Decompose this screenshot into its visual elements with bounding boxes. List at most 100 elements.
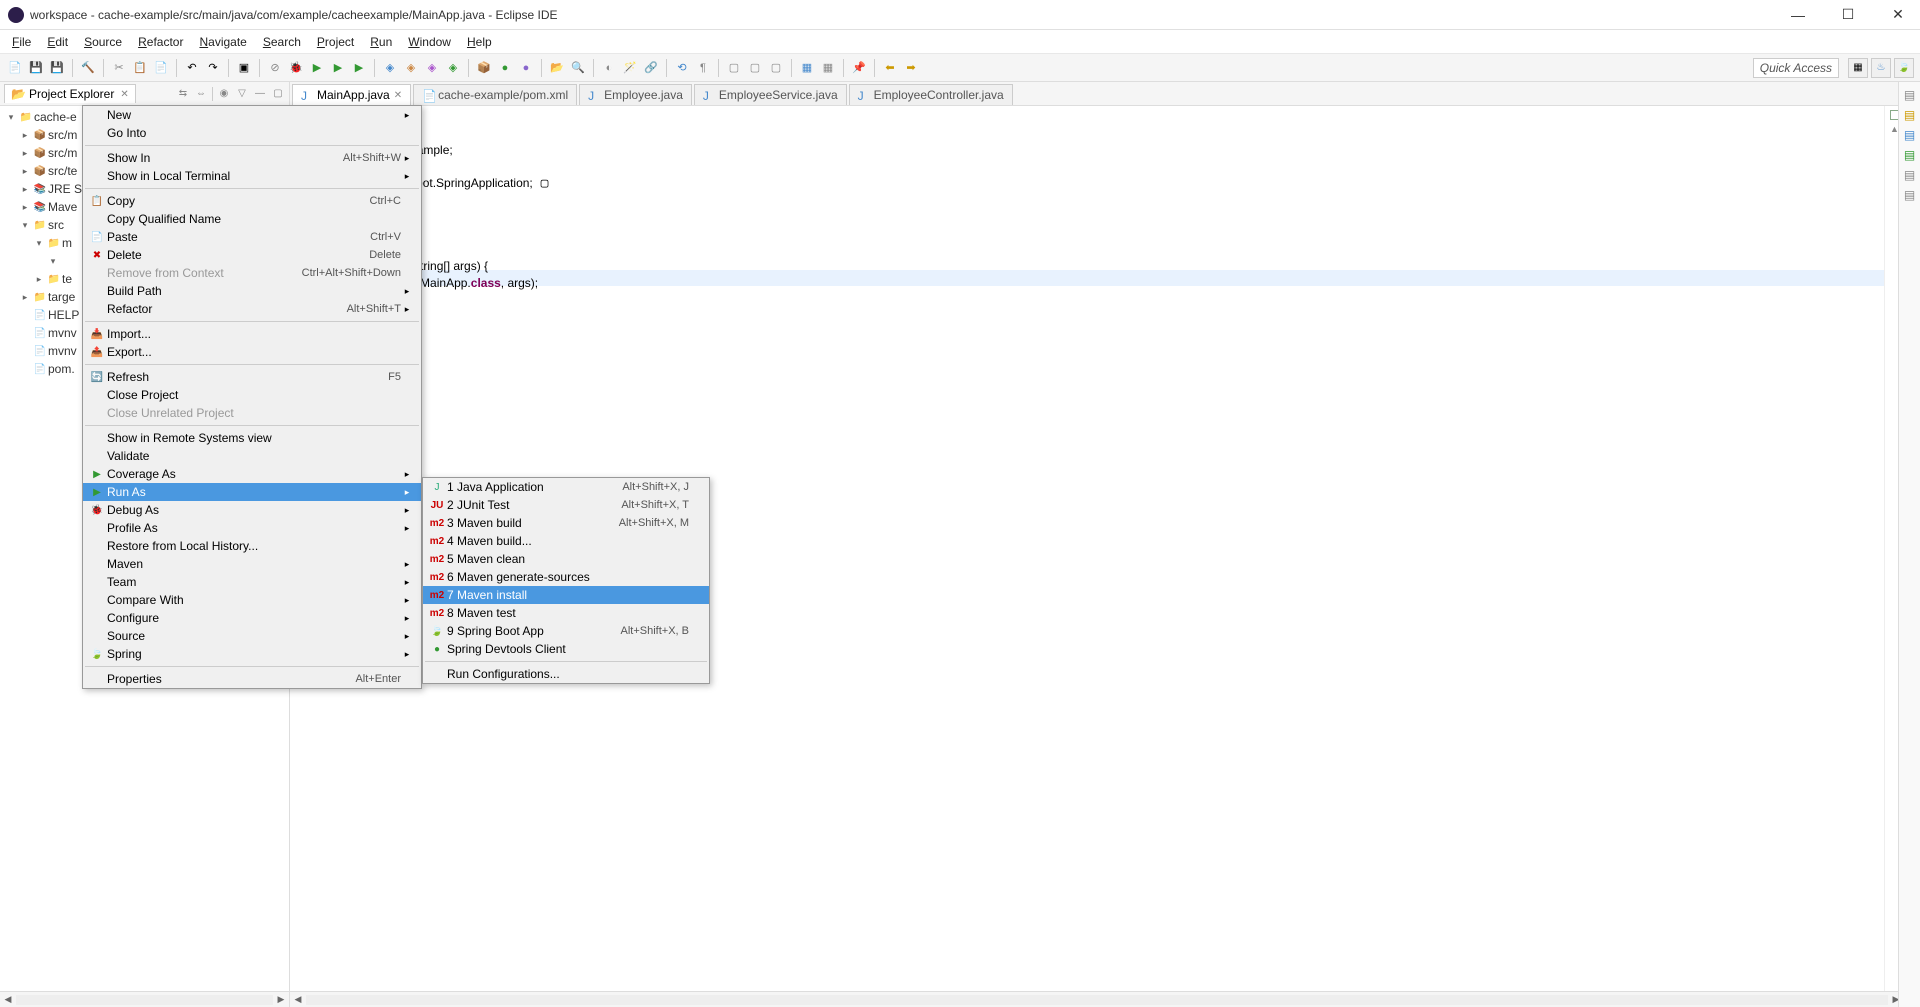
paste-icon[interactable]: 📄 xyxy=(152,59,170,77)
minimize-button[interactable]: — xyxy=(1784,5,1812,25)
menu-item[interactable]: Copy Qualified Name xyxy=(83,210,421,228)
min-icon[interactable]: — xyxy=(253,87,267,101)
new-icon[interactable]: 📄 xyxy=(6,59,24,77)
ext-icon[interactable]: ◈ xyxy=(381,59,399,77)
menu-item[interactable]: 📤Export... xyxy=(83,343,421,361)
menu-item[interactable]: Configure▸ xyxy=(83,609,421,627)
explorer-tab[interactable]: 📂 Project Explorer ✕ xyxy=(4,84,136,103)
menu-project[interactable]: Project xyxy=(309,32,362,52)
copy-icon[interactable]: 📋 xyxy=(131,59,149,77)
new-pkg-icon[interactable]: 📦 xyxy=(475,59,493,77)
menu-item[interactable]: m27 Maven install xyxy=(423,586,709,604)
menu-item[interactable]: 📥Import... xyxy=(83,325,421,343)
save-icon[interactable]: 💾 xyxy=(27,59,45,77)
menu-item[interactable]: J1 Java ApplicationAlt+Shift+X, J xyxy=(423,478,709,496)
menu-item[interactable]: RefactorAlt+Shift+T▸ xyxy=(83,300,421,318)
perspective-boot[interactable]: 🍃 xyxy=(1894,58,1914,78)
editor-tab[interactable]: JEmployeeController.java xyxy=(849,84,1013,105)
menu-item[interactable]: Maven▸ xyxy=(83,555,421,573)
skip-icon[interactable]: ⊘ xyxy=(266,59,284,77)
menu-item[interactable]: 🍃9 Spring Boot AppAlt+Shift+X, B xyxy=(423,622,709,640)
menu-item[interactable]: ●Spring Devtools Client xyxy=(423,640,709,658)
debug-icon[interactable]: 🐞 xyxy=(287,59,305,77)
menu-item[interactable]: Run Configurations... xyxy=(423,665,709,683)
link-editor-icon[interactable]: ⇔ xyxy=(194,87,208,101)
menu-help[interactable]: Help xyxy=(459,32,500,52)
link-icon[interactable]: 🔗 xyxy=(642,59,660,77)
menu-item[interactable]: Validate xyxy=(83,447,421,465)
terminal-icon[interactable]: ▣ xyxy=(235,59,253,77)
save-all-icon[interactable]: 💾 xyxy=(48,59,66,77)
maximize-button[interactable]: ☐ xyxy=(1834,5,1862,25)
menu-item[interactable]: Show in Remote Systems view xyxy=(83,429,421,447)
context-menu[interactable]: New▸Go IntoShow InAlt+Shift+W▸Show in Lo… xyxy=(82,105,422,689)
menu-item[interactable]: Close Unrelated Project xyxy=(83,404,421,422)
editor-tab[interactable]: JMainApp.java✕ xyxy=(292,84,411,105)
ext3-icon[interactable]: ◈ xyxy=(423,59,441,77)
fwd-icon[interactable]: ➡ xyxy=(902,59,920,77)
menu-item[interactable]: m24 Maven build... xyxy=(423,532,709,550)
menu-item[interactable]: m28 Maven test xyxy=(423,604,709,622)
menu-item[interactable]: Show in Local Terminal▸ xyxy=(83,167,421,185)
menu-item[interactable]: Build Path▸ xyxy=(83,282,421,300)
menu-item[interactable]: m23 Maven buildAlt+Shift+X, M xyxy=(423,514,709,532)
new-iface-icon[interactable]: ● xyxy=(517,59,535,77)
menu-item[interactable]: PropertiesAlt+Enter xyxy=(83,670,421,688)
editor-tab[interactable]: JEmployeeService.java xyxy=(694,84,847,105)
close-icon[interactable]: ✕ xyxy=(120,89,128,100)
close-icon[interactable]: ✕ xyxy=(394,90,402,101)
search-icon[interactable]: 🔍 xyxy=(569,59,587,77)
menu-item[interactable]: 📋CopyCtrl+C xyxy=(83,192,421,210)
grid2-icon[interactable]: ▦ xyxy=(819,59,837,77)
collapse-icon[interactable]: ⇆ xyxy=(176,87,190,101)
menu-item[interactable]: 🔄RefreshF5 xyxy=(83,368,421,386)
menu-item[interactable]: Restore from Local History... xyxy=(83,537,421,555)
menu-item[interactable]: Close Project xyxy=(83,386,421,404)
sync-icon[interactable]: ⟲ xyxy=(673,59,691,77)
menu-item[interactable]: ▶Run As▸ xyxy=(83,483,421,501)
coverage-icon[interactable]: ▶ xyxy=(329,59,347,77)
menu-item[interactable]: Profile As▸ xyxy=(83,519,421,537)
wand-icon[interactable]: 🪄 xyxy=(621,59,639,77)
outline-icon[interactable]: ▤ xyxy=(1904,88,1915,102)
undo-icon[interactable]: ↶ xyxy=(183,59,201,77)
menu-item[interactable]: m26 Maven generate-sources xyxy=(423,568,709,586)
quick-access[interactable]: Quick Access xyxy=(1753,58,1839,78)
menu-edit[interactable]: Edit xyxy=(39,32,76,52)
menu-item[interactable]: Source▸ xyxy=(83,627,421,645)
max-icon[interactable]: ▢ xyxy=(271,87,285,101)
menu-item[interactable]: 🐞Debug As▸ xyxy=(83,501,421,519)
outline2-icon[interactable]: ▤ xyxy=(1904,108,1915,122)
menu-item[interactable]: JU2 JUnit TestAlt+Shift+X, T xyxy=(423,496,709,514)
menu-file[interactable]: File xyxy=(4,32,39,52)
ext2-icon[interactable]: ◈ xyxy=(402,59,420,77)
menu-item[interactable]: Team▸ xyxy=(83,573,421,591)
run-last-icon[interactable]: ▶ xyxy=(350,59,368,77)
menu-item[interactable]: ▶Coverage As▸ xyxy=(83,465,421,483)
menu-item[interactable]: 📄PasteCtrl+V xyxy=(83,228,421,246)
run-icon[interactable]: ▶ xyxy=(308,59,326,77)
redo-icon[interactable]: ↷ xyxy=(204,59,222,77)
pin-icon[interactable]: 📌 xyxy=(850,59,868,77)
menu-item[interactable]: Compare With▸ xyxy=(83,591,421,609)
new-class-icon[interactable]: ● xyxy=(496,59,514,77)
editor-tab[interactable]: 📄cache-example/pom.xml xyxy=(413,84,577,105)
box2-icon[interactable]: ▢ xyxy=(746,59,764,77)
ext4-icon[interactable]: ◈ xyxy=(444,59,462,77)
menu-window[interactable]: Window xyxy=(400,32,459,52)
box3-icon[interactable]: ▢ xyxy=(767,59,785,77)
menu-item[interactable]: New▸ xyxy=(83,106,421,124)
menu-search[interactable]: Search xyxy=(255,32,309,52)
open-type-icon[interactable]: 📂 xyxy=(548,59,566,77)
menu-item[interactable]: ✖DeleteDelete xyxy=(83,246,421,264)
menu-icon[interactable]: ▽ xyxy=(235,87,249,101)
cut-icon[interactable]: ✂ xyxy=(110,59,128,77)
menu-item[interactable]: Show InAlt+Shift+W▸ xyxy=(83,149,421,167)
outline3-icon[interactable]: ▤ xyxy=(1904,128,1915,142)
back-icon[interactable]: ⬅ xyxy=(881,59,899,77)
menu-item[interactable]: 🍃Spring▸ xyxy=(83,645,421,663)
perspective-java[interactable]: ♨ xyxy=(1871,58,1891,78)
menu-run[interactable]: Run xyxy=(362,32,400,52)
editor-hscroll[interactable]: ◀▶ xyxy=(290,991,1904,1007)
task-icon[interactable]: ◐ xyxy=(600,59,618,77)
